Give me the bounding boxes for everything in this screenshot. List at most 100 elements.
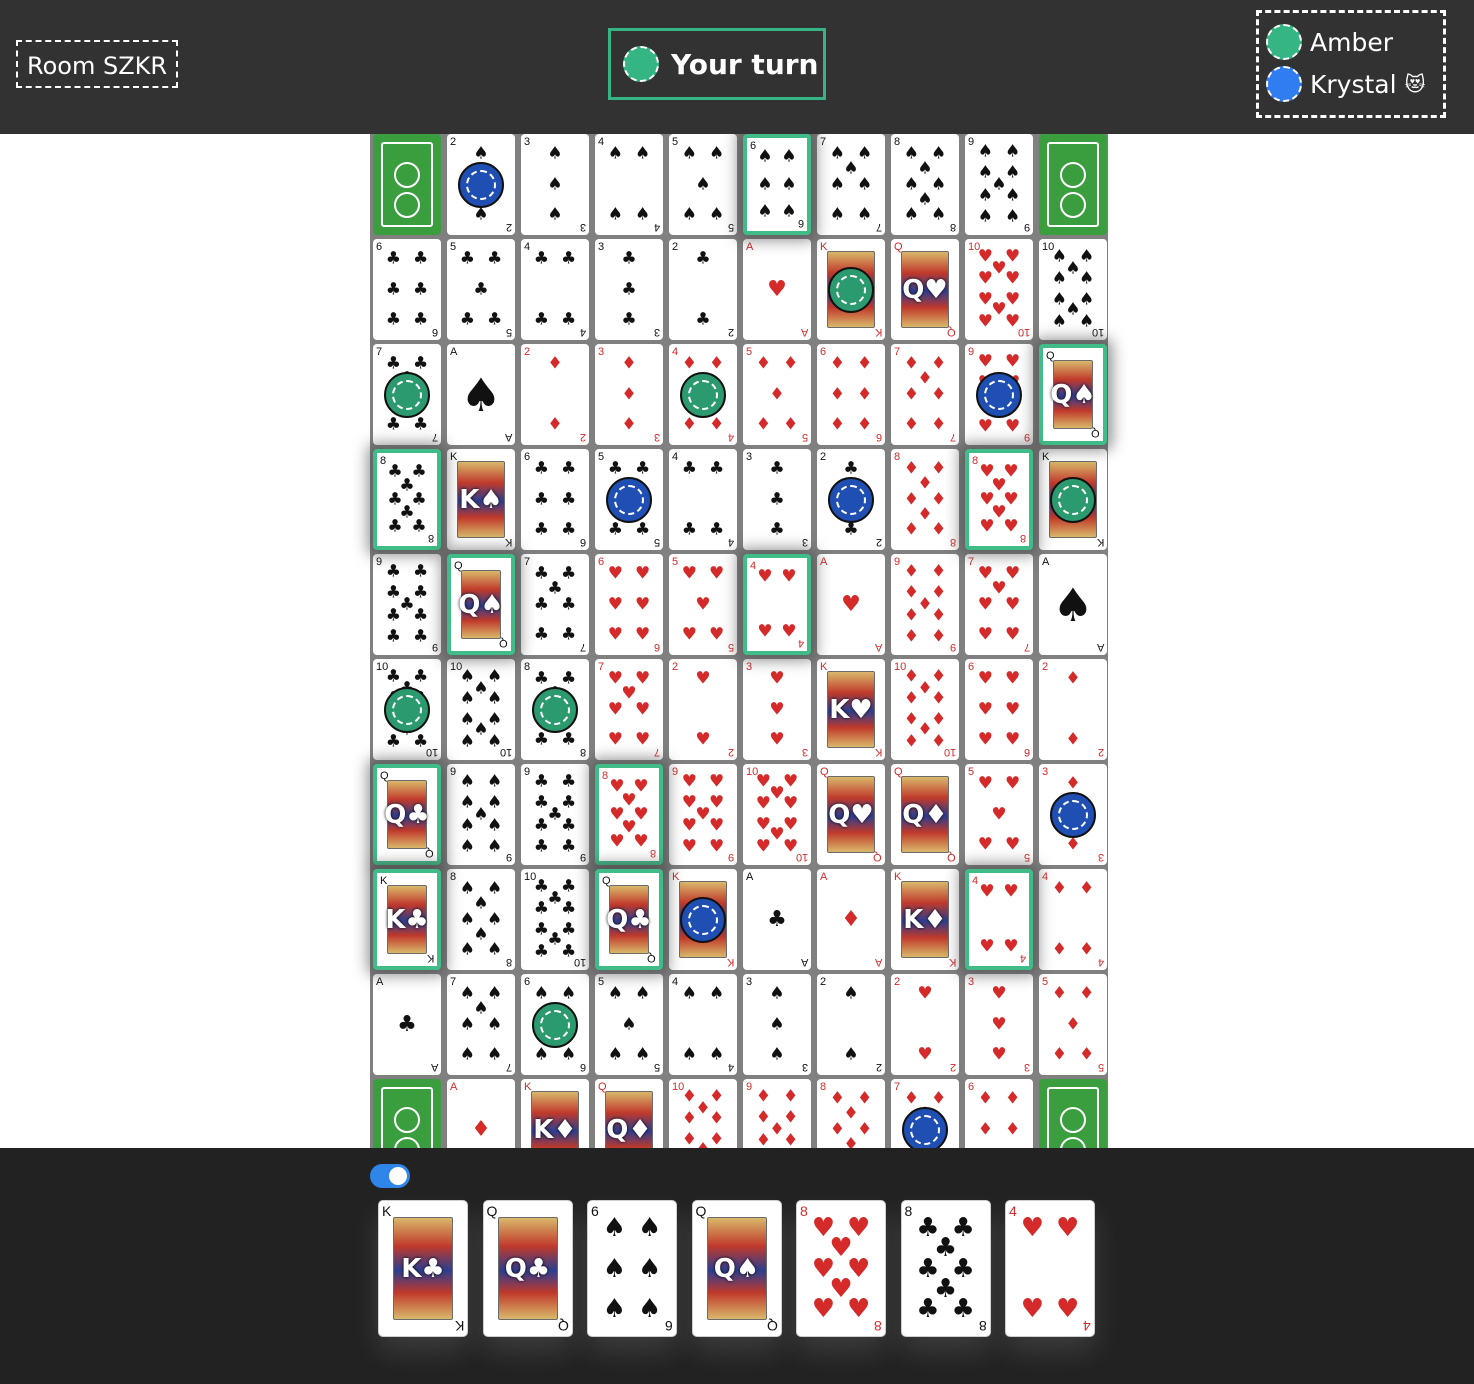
- board-cell[interactable]: A A ♠: [447, 344, 515, 445]
- board-cell[interactable]: 10 10 ♠ ♠ ♠ ♠ ♠ ♠ ♠ ♠ ♠ ♠: [1039, 239, 1107, 340]
- hand-card[interactable]: Q Q Q♠: [691, 1200, 782, 1337]
- board-cell[interactable]: 3 3 ♣ ♣ ♣: [743, 449, 811, 550]
- board-cell[interactable]: Q Q Q♣: [373, 764, 441, 865]
- board-cell[interactable]: 88♣♣♣♣♣♣♣♣: [521, 659, 589, 760]
- board-cell[interactable]: A A ♣: [373, 974, 441, 1075]
- board-cell[interactable]: KKK♥: [817, 239, 885, 340]
- board-cell[interactable]: 4 4 ♦ ♦ ♦ ♦: [1039, 869, 1107, 970]
- board-cell[interactable]: Q Q Q♣: [595, 869, 663, 970]
- board-cell[interactable]: 3 3 ♣ ♣ ♣: [595, 239, 663, 340]
- card-rank: 3: [598, 241, 605, 253]
- board-cell[interactable]: KKK♦: [891, 869, 959, 970]
- board-cell[interactable]: 5 5 ♦ ♦ ♦ ♦ ♦: [1039, 974, 1107, 1075]
- board-cell[interactable]: 9 9 ♠ ♠ ♠ ♠ ♠ ♠ ♠ ♠ ♠: [447, 764, 515, 865]
- board-cell[interactable]: 4 4 ♠ ♠ ♠ ♠: [595, 134, 663, 235]
- hand-card[interactable]: 8 8 ♣ ♣ ♣ ♣ ♣ ♣ ♣ ♣: [900, 1200, 991, 1337]
- board-cell[interactable]: KKK♠: [1039, 449, 1107, 550]
- board-cell[interactable]: 8 8 ♠ ♠ ♠ ♠ ♠ ♠ ♠ ♠: [891, 134, 959, 235]
- board-cell[interactable]: 10 10 ♥ ♥ ♥ ♥ ♥ ♥ ♥ ♥ ♥ ♥: [965, 239, 1033, 340]
- board-cell[interactable]: 9 9 ♣ ♣ ♣ ♣ ♣ ♣ ♣ ♣ ♣: [373, 554, 441, 655]
- board-cell[interactable]: 77♦♦♦♦♦♦♦: [891, 344, 959, 445]
- board-cell[interactable]: 7 7 ♠ ♠ ♠ ♠ ♠ ♠ ♠: [817, 134, 885, 235]
- board-cell[interactable]: 9 9 ♣ ♣ ♣ ♣ ♣ ♣ ♣ ♣ ♣: [521, 764, 589, 865]
- free-corner-cell[interactable]: [1039, 134, 1107, 235]
- board-cell[interactable]: 3 3 ♠ ♠ ♠: [521, 134, 589, 235]
- board-cell[interactable]: 5 5 ♠ ♠ ♠ ♠ ♠: [669, 134, 737, 235]
- board-cell[interactable]: 4 4 ♦ ♦ ♦ ♦: [669, 344, 737, 445]
- board-cell[interactable]: 2 2 ♠ ♠: [447, 134, 515, 235]
- board-cell[interactable]: 3 3 ♠ ♠ ♠: [743, 974, 811, 1075]
- board-cell[interactable]: Q Q Q♥: [891, 239, 959, 340]
- board-cell[interactable]: 4 4 ♣ ♣ ♣ ♣: [521, 239, 589, 340]
- hand-card[interactable]: 4 4 ♥ ♥ ♥ ♥: [1005, 1200, 1095, 1337]
- board-cell[interactable]: Q Q Q♥: [817, 764, 885, 865]
- board-cell[interactable]: A A ♥: [817, 554, 885, 655]
- hand-toggle[interactable]: [370, 1164, 410, 1188]
- board-cell[interactable]: 99♥♥♥♥♥♥♥♥♥: [965, 344, 1033, 445]
- board-cell[interactable]: 4 4 ♥ ♥ ♥ ♥: [743, 554, 811, 655]
- hand-card[interactable]: K K K♣: [378, 1200, 468, 1337]
- board-cell[interactable]: 7 7 ♠ ♠ ♠ ♠ ♠ ♠ ♠: [447, 974, 515, 1075]
- hand-card[interactable]: 8 8 ♥ ♥ ♥ ♥ ♥ ♥ ♥ ♥: [796, 1200, 886, 1337]
- board-cell[interactable]: 1010♣♣♣♣♣♣♣♣♣♣: [373, 659, 441, 760]
- board-cell[interactable]: 99♥♥♥♥♥♥♥♥♥: [669, 764, 737, 865]
- board-cell[interactable]: 2 2 ♠ ♠: [817, 974, 885, 1075]
- board-cell[interactable]: A A ♠: [1039, 554, 1107, 655]
- board-cell[interactable]: A A ♣: [743, 869, 811, 970]
- board-cell[interactable]: 5 5 ♥ ♥ ♥ ♥ ♥: [669, 554, 737, 655]
- board-cell[interactable]: 33♦♦♦: [595, 344, 663, 445]
- board-cell[interactable]: 7 7 ♥ ♥ ♥ ♥ ♥ ♥ ♥: [965, 554, 1033, 655]
- board-cell[interactable]: 6 6 ♣ ♣ ♣ ♣ ♣ ♣: [373, 239, 441, 340]
- board-cell[interactable]: 8 8 ♠ ♠ ♠ ♠ ♠ ♠ ♠ ♠: [447, 869, 515, 970]
- board-cell[interactable]: 2 2 ♦ ♦: [521, 344, 589, 445]
- board-cell[interactable]: 8 8 ♥ ♥ ♥ ♥ ♥ ♥ ♥ ♥: [595, 764, 663, 865]
- board-cell[interactable]: 2 2 ♥ ♥: [669, 659, 737, 760]
- board-cell[interactable]: 77♣♣♣♣♣♣♣: [373, 344, 441, 445]
- board-cell[interactable]: 2 2 ♥ ♥: [891, 974, 959, 1075]
- board-cell[interactable]: KKK♥: [817, 659, 885, 760]
- board-cell[interactable]: 55♣♣♣♣♣: [595, 449, 663, 550]
- board-cell[interactable]: QQQ♦: [891, 764, 959, 865]
- board-cell[interactable]: 6 6 ♥ ♥ ♥ ♥ ♥ ♥: [965, 659, 1033, 760]
- board-cell[interactable]: 9 9 ♠ ♠ ♠ ♠ ♠ ♠ ♠ ♠ ♠: [965, 134, 1033, 235]
- board-cell[interactable]: 66♦♦♦♦♦♦: [817, 344, 885, 445]
- board-cell[interactable]: 2 2 ♦ ♦: [1039, 659, 1107, 760]
- board-cell[interactable]: 66♠♠♠♠♠♠: [521, 974, 589, 1075]
- board-cell[interactable]: 66♠♠♠♠♠♠: [743, 134, 811, 235]
- board-cell[interactable]: 10 10 ♥ ♥ ♥ ♥ ♥ ♥ ♥ ♥ ♥ ♥: [743, 764, 811, 865]
- board-cell[interactable]: Q Q Q♠: [447, 554, 515, 655]
- board-cell[interactable]: 4 4 ♠ ♠ ♠ ♠: [669, 974, 737, 1075]
- board-cell[interactable]: 2 2 ♣ ♣: [817, 449, 885, 550]
- board-cell[interactable]: 55♣♣♣♣♣: [447, 239, 515, 340]
- board-cell[interactable]: KKK♦: [669, 869, 737, 970]
- board-cell[interactable]: 88♦♦♦♦♦♦♦♦: [891, 449, 959, 550]
- suit-icon: ♥: [1003, 936, 1019, 957]
- board-cell[interactable]: 1010♦♦♦♦♦♦♦♦♦♦: [891, 659, 959, 760]
- board-cell[interactable]: 3 3 ♥ ♥ ♥: [743, 659, 811, 760]
- board-cell[interactable]: 7 7 ♥ ♥ ♥ ♥ ♥ ♥ ♥: [595, 659, 663, 760]
- board-cell[interactable]: 2 2 ♣ ♣: [669, 239, 737, 340]
- board-cell[interactable]: 5 5 ♦ ♦ ♦ ♦ ♦: [743, 344, 811, 445]
- board-cell[interactable]: 3 3 ♥ ♥ ♥: [965, 974, 1033, 1075]
- hand-card[interactable]: 6 6 ♠ ♠ ♠ ♠ ♠ ♠: [587, 1200, 677, 1337]
- board-cell[interactable]: A A ♥: [743, 239, 811, 340]
- board-cell[interactable]: 1010♣♣♣♣♣♣♣♣♣♣: [521, 869, 589, 970]
- board-cell[interactable]: KKK♠: [447, 449, 515, 550]
- board-cell[interactable]: A A ♦: [817, 869, 885, 970]
- board-cell[interactable]: 4 4 ♣ ♣ ♣ ♣: [669, 449, 737, 550]
- board-cell[interactable]: K K K♣: [373, 869, 441, 970]
- board-cell[interactable]: 99♦♦♦♦♦♦♦♦♦: [891, 554, 959, 655]
- board-cell[interactable]: 5 5 ♥ ♥ ♥ ♥ ♥: [965, 764, 1033, 865]
- board-cell[interactable]: 33♦♦♦: [1039, 764, 1107, 865]
- board-cell[interactable]: 8 8 ♥ ♥ ♥ ♥ ♥ ♥ ♥ ♥: [965, 449, 1033, 550]
- hand-card[interactable]: Q Q Q♣: [482, 1200, 573, 1337]
- board-cell[interactable]: 88♣♣♣♣♣♣♣♣: [373, 449, 441, 550]
- board-cell[interactable]: Q Q Q♠: [1039, 344, 1107, 445]
- board-cell[interactable]: 10 10 ♠ ♠ ♠ ♠ ♠ ♠ ♠ ♠ ♠ ♠: [447, 659, 515, 760]
- board-cell[interactable]: 5 5 ♠ ♠ ♠ ♠ ♠: [595, 974, 663, 1075]
- board-cell[interactable]: 6 6 ♣ ♣ ♣ ♣ ♣ ♣: [521, 449, 589, 550]
- board-cell[interactable]: 6 6 ♥ ♥ ♥ ♥ ♥ ♥: [595, 554, 663, 655]
- free-corner-cell[interactable]: [373, 134, 441, 235]
- board-cell[interactable]: 77♣♣♣♣♣♣♣: [521, 554, 589, 655]
- board-cell[interactable]: 4 4 ♥ ♥ ♥ ♥: [965, 869, 1033, 970]
